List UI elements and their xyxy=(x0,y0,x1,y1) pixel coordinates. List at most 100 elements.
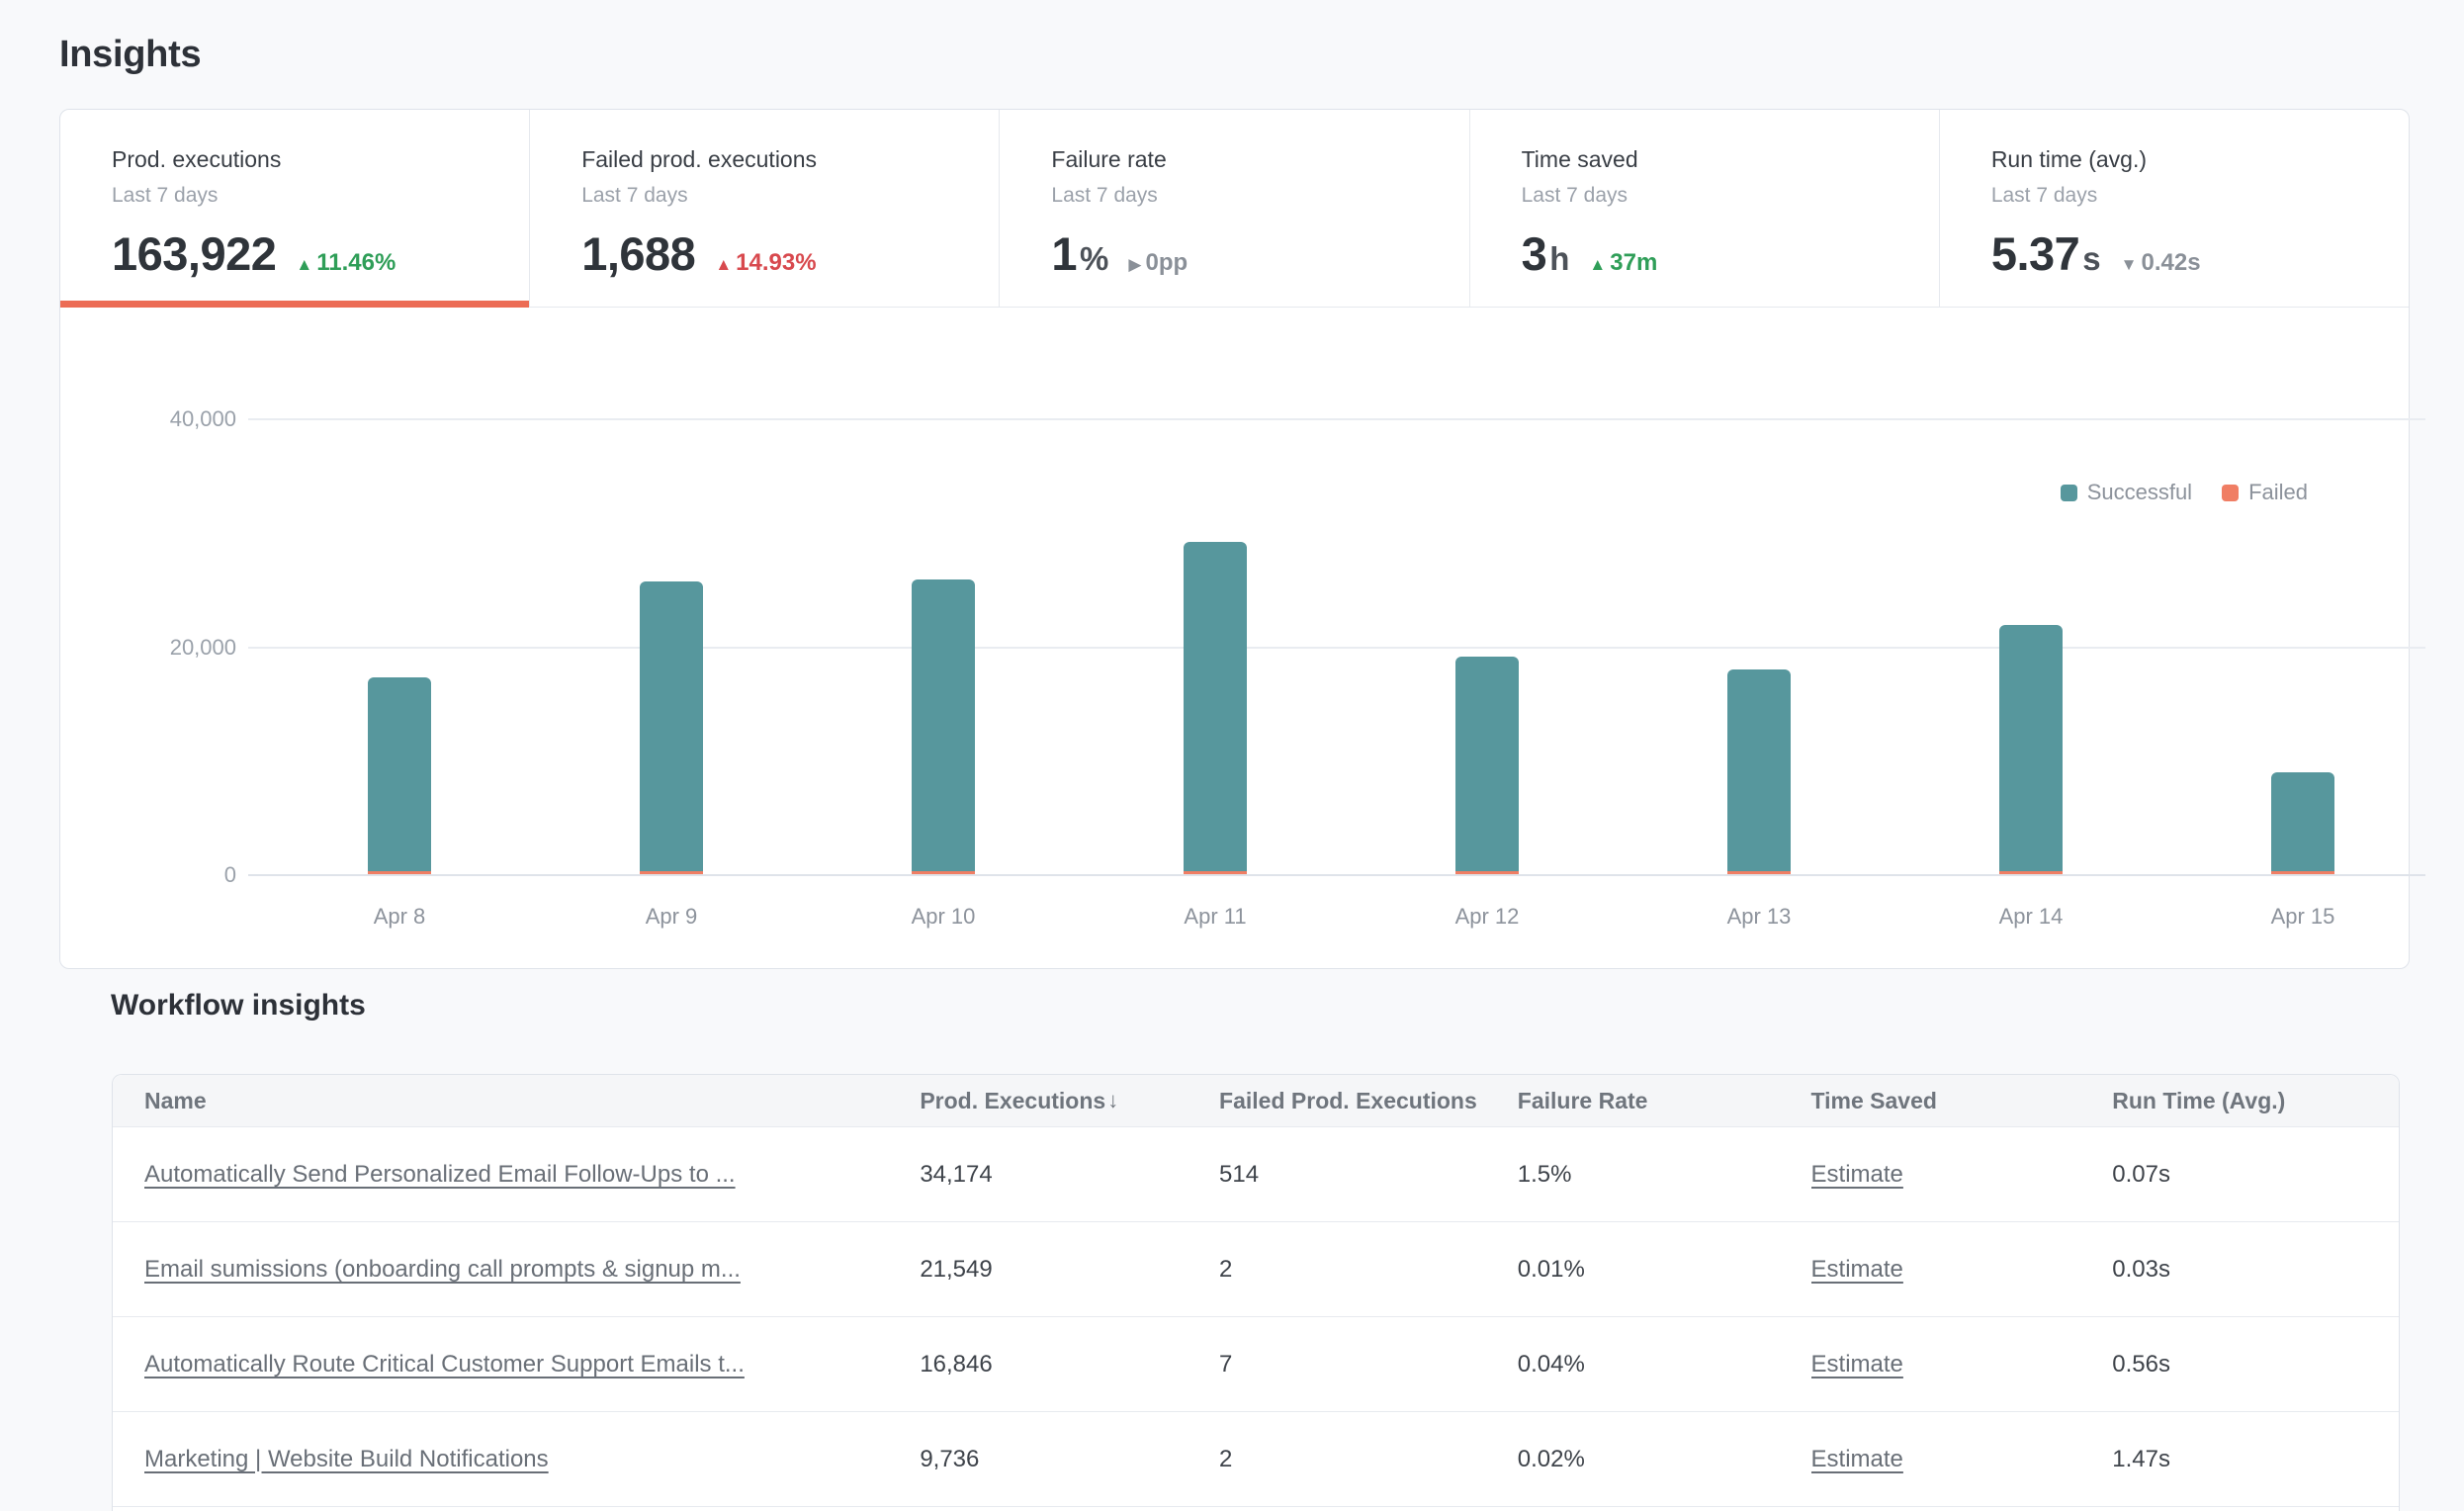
kpi-delta: ▶0pp xyxy=(1128,249,1188,277)
kpi-period: Last 7 days xyxy=(1991,183,2379,209)
bar-segment-failed xyxy=(1727,871,1791,874)
column-header-run-time-avg[interactable]: Run Time (Avg.) xyxy=(2112,1088,2399,1114)
kpi-value-row: 5.37s ▼0.42s xyxy=(1991,228,2379,280)
kpi-label: Prod. executions xyxy=(112,145,499,173)
kpi-period: Last 7 days xyxy=(1522,183,1909,209)
cell-prod-executions: 16,846 xyxy=(920,1351,1219,1378)
workflow-name-link[interactable]: Marketing | Website Build Notifications xyxy=(144,1446,549,1472)
cell-failed-prod-executions: 514 xyxy=(1219,1161,1518,1189)
column-header-failed-prod-executions[interactable]: Failed Prod. Executions xyxy=(1219,1088,1518,1114)
cell-prod-executions: 21,549 xyxy=(920,1256,1219,1284)
cell-name: Email sumissions (onboarding call prompt… xyxy=(113,1256,920,1284)
x-axis-tick: Apr 15 xyxy=(2224,904,2382,930)
kpi-delta-value: 14.93% xyxy=(736,249,816,277)
legend-item-failed[interactable]: Failed xyxy=(2222,480,2308,505)
estimate-link[interactable]: Estimate xyxy=(1811,1351,1903,1378)
x-axis-tick: Apr 11 xyxy=(1136,904,1294,930)
kpi-value: 5.37 xyxy=(1991,228,2079,280)
table-row: Automatically Send Personalized Email Fo… xyxy=(113,1126,2399,1221)
kpi-value-row: 3h▲37m xyxy=(1522,228,1909,280)
kpi-tab-time-saved[interactable]: Time savedLast 7 days3h▲37m xyxy=(1469,110,1939,307)
cell-name: Automatically Send Personalized Email Fo… xyxy=(113,1161,920,1189)
workflow-name-link[interactable]: Automatically Send Personalized Email Fo… xyxy=(144,1161,736,1188)
y-axis-tick: 40,000 xyxy=(68,408,236,430)
bar-segment-failed xyxy=(1999,871,2063,874)
kpi-unit: h xyxy=(1549,240,1569,278)
kpi-delta-value: 0.42s xyxy=(2141,249,2200,277)
workflow-insights-table: NameProd. Executions↓Failed Prod. Execut… xyxy=(112,1074,2400,1511)
column-header-prod-executions[interactable]: Prod. Executions↓ xyxy=(920,1088,1219,1114)
cell-failure-rate: 0.04% xyxy=(1518,1351,1811,1378)
kpi-delta: ▲14.93% xyxy=(715,249,816,277)
kpi-label: Failure rate xyxy=(1051,145,1439,173)
column-header-failure-rate[interactable]: Failure Rate xyxy=(1518,1088,1811,1114)
kpi-value-row: 163,922 ▲11.46% xyxy=(112,228,499,280)
column-header-name[interactable]: Name xyxy=(113,1088,920,1114)
kpi-tab-prod-executions[interactable]: Prod. executions Last 7 days 163,922 ▲11.46… xyxy=(60,110,529,307)
workflow-name-link[interactable]: Email sumissions (onboarding call prompt… xyxy=(144,1256,741,1283)
kpi-period: Last 7 days xyxy=(581,183,969,209)
x-axis-tick: Apr 12 xyxy=(1408,904,1566,930)
kpi-label: Failed prod. executions xyxy=(581,145,969,173)
column-header-label: Run Time (Avg.) xyxy=(2112,1088,2285,1114)
estimate-link[interactable]: Estimate xyxy=(1811,1256,1903,1283)
kpi-delta-value: 11.46% xyxy=(316,249,396,277)
estimate-link[interactable]: Estimate xyxy=(1811,1161,1903,1188)
column-header-label: Name xyxy=(144,1088,207,1114)
legend-swatch-successful xyxy=(2061,485,2077,501)
delta-up-icon: ▲ xyxy=(715,255,732,275)
bar-segment-successful xyxy=(1727,669,1791,871)
page-title: Insights xyxy=(59,34,201,76)
section-title: Workflow insights xyxy=(111,989,366,1022)
x-axis-tick: Apr 10 xyxy=(864,904,1022,930)
cell-failure-rate: 0.02% xyxy=(1518,1446,1811,1473)
table-header-row: NameProd. Executions↓Failed Prod. Execut… xyxy=(113,1075,2399,1126)
kpi-unit: % xyxy=(1080,240,1108,278)
kpi-delta: ▼0.42s xyxy=(2121,249,2201,277)
legend-label: Failed xyxy=(2248,480,2308,505)
sort-desc-icon: ↓ xyxy=(1107,1088,1118,1113)
gridline-y-20000 xyxy=(248,647,2425,649)
kpi-tab-strip: Prod. executionsLast 7 days163,922▲11.46… xyxy=(60,110,2409,308)
cell-run-time-avg: 1.47s xyxy=(2112,1446,2399,1473)
kpi-unit: s xyxy=(2082,240,2100,278)
estimate-link[interactable]: Estimate xyxy=(1811,1446,1903,1472)
insights-card: Prod. executionsLast 7 days163,922▲11.46… xyxy=(59,109,2410,969)
kpi-tab-failure-rate[interactable]: Failure rateLast 7 days1%▶0pp xyxy=(999,110,1468,307)
kpi-value-row: 1% ▶0pp xyxy=(1051,228,1439,280)
column-header-label: Time Saved xyxy=(1811,1088,1937,1114)
kpi-tab-run-time-avg[interactable]: Run time (avg.) Last 7 days 5.37s ▼0.42s xyxy=(1939,110,2409,307)
kpi-value: 1,688 xyxy=(581,228,695,280)
legend-swatch-failed xyxy=(2222,485,2239,501)
table-row: Automatically Route Critical Customer Su… xyxy=(113,1316,2399,1411)
bar-segment-successful xyxy=(1999,625,2063,871)
bar-apr-12 xyxy=(1455,657,1519,874)
delta-up-icon: ▲ xyxy=(1589,255,1606,275)
column-header-time-saved[interactable]: Time Saved xyxy=(1811,1088,2113,1114)
cell-run-time-avg: 0.07s xyxy=(2112,1161,2399,1189)
kpi-value: 1 xyxy=(1051,228,1077,280)
gridline-y-0 xyxy=(248,874,2425,876)
table-body: Automatically Send Personalized Email Fo… xyxy=(113,1126,2399,1511)
cell-name: Marketing | Website Build Notifications xyxy=(113,1446,920,1473)
bar-apr-14 xyxy=(1999,625,2063,874)
kpi-period: Last 7 days xyxy=(112,183,499,209)
column-header-label: Failure Rate xyxy=(1518,1088,1648,1114)
kpi-tab-failed-prod-executions[interactable]: Failed prod. executions Last 7 days 1,688 ▲… xyxy=(529,110,999,307)
cell-time-saved: Estimate xyxy=(1811,1446,2113,1473)
cell-failed-prod-executions: 7 xyxy=(1219,1351,1518,1378)
column-header-label: Prod. Executions xyxy=(920,1088,1105,1114)
kpi-value: 163,922 xyxy=(112,228,276,280)
cell-time-saved: Estimate xyxy=(1811,1161,2113,1189)
bar-apr-10 xyxy=(912,579,975,874)
legend-item-successful[interactable]: Successful xyxy=(2061,480,2192,505)
delta-up-icon: ▲ xyxy=(296,255,312,275)
kpi-label: Run time (avg.) xyxy=(1991,145,2379,173)
workflow-name-link[interactable]: Automatically Route Critical Customer Su… xyxy=(144,1351,745,1378)
cell-time-saved: Estimate xyxy=(1811,1351,2113,1378)
bar-segment-successful xyxy=(368,677,431,871)
cell-prod-executions: 9,736 xyxy=(920,1446,1219,1473)
bar-segment-failed xyxy=(1455,871,1519,874)
bar-segment-successful xyxy=(640,581,703,871)
cell-failure-rate: 0.01% xyxy=(1518,1256,1811,1284)
